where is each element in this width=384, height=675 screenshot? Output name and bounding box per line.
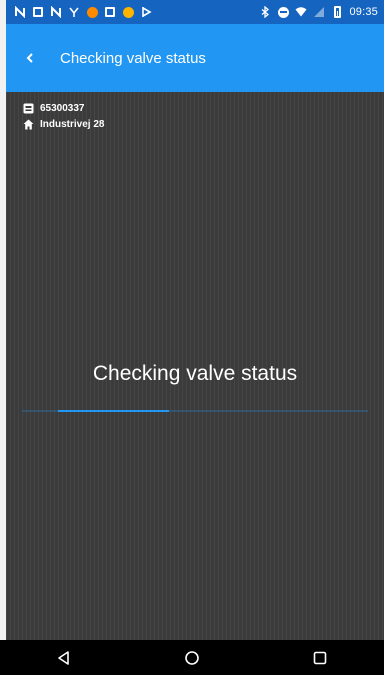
progress-bar xyxy=(22,410,368,412)
progress-bar-fill xyxy=(58,410,169,412)
screen: 09:35 Checking valve status 65300337 Ind… xyxy=(0,0,384,675)
system-navigation-bar xyxy=(0,640,384,675)
n-icon xyxy=(14,6,26,18)
meter-number-row: 65300337 xyxy=(22,102,104,114)
meter-address: Industrivej 28 xyxy=(40,118,105,130)
app-bar: Checking valve status xyxy=(6,24,384,92)
back-nav-icon[interactable] xyxy=(48,642,80,674)
square-icon xyxy=(104,6,116,18)
meter-details: 65300337 Industrivej 28 xyxy=(22,102,104,130)
signal-icon xyxy=(313,6,325,18)
do-not-disturb-icon xyxy=(277,6,289,18)
back-chevron-icon[interactable] xyxy=(18,46,42,70)
message-icon xyxy=(32,6,44,18)
orange-app-icon xyxy=(86,6,98,18)
home-nav-icon[interactable] xyxy=(176,642,208,674)
status-message: Checking valve status xyxy=(92,362,298,385)
status-bar: 09:35 xyxy=(6,0,384,24)
bluetooth-icon xyxy=(259,6,271,18)
clock: 09:35 xyxy=(349,6,378,18)
main-content: 65300337 Industrivej 28 Checking valve s… xyxy=(6,92,384,640)
antenna-icon xyxy=(68,6,80,18)
meter-address-row: Industrivej 28 xyxy=(22,118,104,130)
home-icon xyxy=(22,118,34,130)
yellow-app-icon xyxy=(122,6,134,18)
battery-icon xyxy=(331,6,343,18)
status-icons-right: 09:35 xyxy=(259,6,378,18)
cast-icon xyxy=(140,6,152,18)
n-icon xyxy=(50,6,62,18)
page-title: Checking valve status xyxy=(60,49,206,67)
meter-number: 65300337 xyxy=(40,102,85,114)
status-icons-left xyxy=(14,6,152,18)
recents-nav-icon[interactable] xyxy=(304,642,336,674)
meter-icon xyxy=(22,102,34,114)
wifi-icon xyxy=(295,6,307,18)
